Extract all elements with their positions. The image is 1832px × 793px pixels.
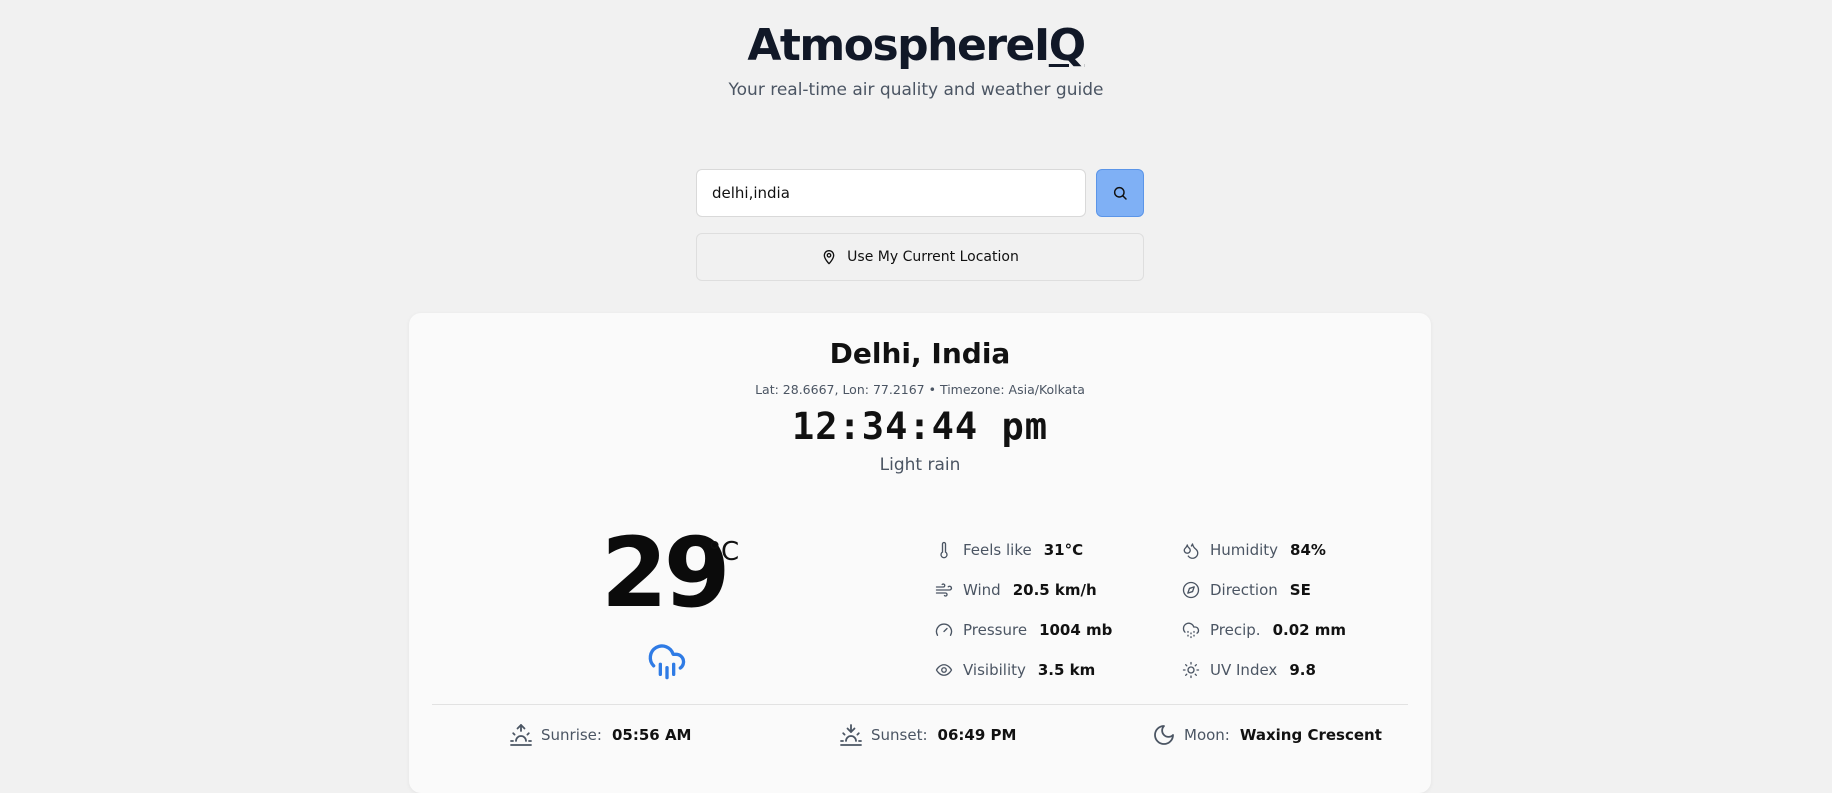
stat-visibility: Visibility 3.5 km	[935, 650, 1095, 690]
app-title: AtmosphereIQ	[0, 18, 1832, 74]
droplets-icon	[1183, 543, 1199, 559]
use-current-location-button[interactable]: Use My Current Location	[696, 233, 1144, 281]
cloud-drizzle-icon	[1182, 622, 1200, 639]
weather-condition-icon	[647, 641, 687, 685]
local-time: 12:34:44 pm	[791, 405, 1049, 448]
app-title-main: AtmosphereI	[747, 20, 1050, 71]
sunset-icon	[840, 724, 862, 746]
app-tagline: Your real-time air quality and weather g…	[728, 80, 1104, 100]
stat-uv-index: UV Index 9.8	[1182, 650, 1316, 690]
search-icon	[1113, 186, 1127, 200]
card-divider	[432, 704, 1408, 705]
location-name: Delhi, India	[829, 337, 1011, 370]
wind-icon	[935, 583, 953, 597]
search-button[interactable]	[1096, 169, 1144, 217]
temperature-unit: °C	[708, 537, 740, 567]
sun-icon	[1182, 661, 1200, 679]
stat-feels-like: Feels like 31°C	[935, 530, 1083, 570]
stat-humidity: Humidity 84%	[1182, 530, 1326, 570]
eye-icon	[935, 664, 953, 676]
app-title-q: Q	[1048, 20, 1086, 71]
search-input[interactable]	[696, 169, 1086, 217]
weather-condition: Light rain	[879, 455, 961, 475]
gauge-icon	[935, 623, 953, 636]
weather-card: Delhi, India Lat: 28.6667, Lon: 77.2167 …	[409, 313, 1431, 793]
map-pin-icon	[823, 250, 835, 265]
stat-pressure: Pressure 1004 mb	[935, 610, 1112, 650]
cloud-rain-icon	[648, 644, 686, 680]
sunset-info: Sunset: 06:49 PM	[839, 721, 1016, 749]
stat-direction: Direction SE	[1182, 570, 1311, 610]
stat-wind: Wind 20.5 km/h	[935, 570, 1097, 610]
sunrise-icon	[510, 724, 532, 746]
moon-info: Moon: Waxing Crescent	[1152, 721, 1382, 749]
compass-icon	[1182, 581, 1200, 599]
sunrise-info: Sunrise: 05:56 AM	[509, 721, 691, 749]
location-coordinates: Lat: 28.6667, Lon: 77.2167 • Timezone: A…	[755, 382, 1085, 397]
thermometer-icon	[940, 541, 948, 559]
stat-precip: Precip. 0.02 mm	[1182, 610, 1346, 650]
use-current-location-label: Use My Current Location	[847, 249, 1019, 265]
search-bar	[696, 169, 1144, 217]
moon-icon	[1154, 725, 1174, 745]
